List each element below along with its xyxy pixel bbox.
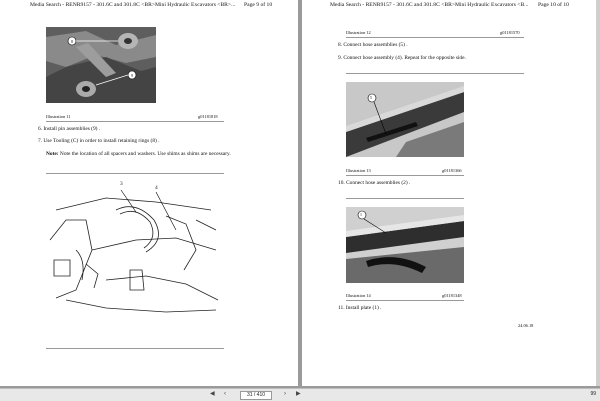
step-10: 10. Connect hose assemblies (2) .: [338, 180, 411, 186]
page-left: Media Search - RENR9157 - 301.6C and 301…: [0, 0, 298, 386]
first-page-icon[interactable]: ◀: [210, 390, 215, 399]
step-9: 9. Connect hose assembly (4). Repeat for…: [338, 55, 466, 61]
note-text: Note the location of all spacers and was…: [58, 151, 231, 157]
line-drawing-image: [49, 189, 219, 313]
page-number: Page 9 of 10: [244, 2, 273, 8]
document-viewport[interactable]: Media Search - RENR9157 - 301.6C and 301…: [0, 0, 600, 388]
illustration-caption: Illustration 11: [46, 114, 71, 119]
divider: [346, 37, 524, 38]
zoom-level[interactable]: 99: [590, 391, 596, 397]
callout-3: 3: [120, 181, 123, 187]
footer-date: 24.06.18: [518, 323, 534, 328]
previous-page-icon[interactable]: ‹: [224, 390, 226, 399]
note-label: Note:: [46, 151, 59, 157]
illustration-id: g01181366: [442, 168, 462, 173]
divider: [346, 300, 464, 301]
illustration-13-photo: [346, 82, 464, 157]
step-7: 7. Use Tooling (C) in order to install r…: [38, 138, 160, 144]
divider: [346, 175, 464, 176]
line-drawing-illustration: [46, 180, 226, 320]
divider: [46, 173, 224, 174]
illustration-id: g01181818: [198, 114, 218, 119]
callout-8: 8: [71, 39, 73, 44]
callout-4: 4: [155, 185, 158, 191]
callout-1: 1: [360, 212, 362, 217]
illustration-caption: Illustration 14: [346, 293, 371, 298]
page-header: Media Search - RENR9157 - 301.6C and 301…: [330, 2, 529, 8]
callout-9: 9: [131, 73, 133, 78]
page-number-input[interactable]: 31 / 410: [240, 391, 272, 400]
illustration-id: g01181348: [442, 293, 462, 298]
illustration-11-photo: [46, 27, 156, 103]
illustration-caption: Illustration 12: [346, 30, 371, 35]
next-page-icon[interactable]: ›: [284, 390, 286, 399]
page-header: Media Search - RENR9157 - 301.6C and 301…: [30, 2, 236, 8]
divider: [46, 121, 224, 122]
vertical-scrollbar[interactable]: [596, 0, 600, 386]
divider: [346, 198, 464, 199]
divider: [46, 348, 224, 349]
last-page-icon[interactable]: ▶: [296, 390, 301, 399]
step-11: 11. Install plate (1) .: [338, 305, 382, 311]
divider: [346, 73, 524, 74]
illustration-14-image: [346, 207, 464, 283]
page-number: Page 10 of 10: [538, 2, 569, 8]
note: Note: Note the location of all spacers a…: [46, 151, 231, 157]
illustration-caption: Illustration 13: [346, 168, 371, 173]
bottom-toolbar: ◀ ‹ 31 / 410 › ▶ 99: [0, 388, 600, 401]
illustration-11-image: [46, 27, 156, 103]
illustration-14-photo: [346, 207, 464, 283]
step-6: 6. Install pin assemblies (9) .: [38, 126, 101, 132]
illustration-13-image: [346, 82, 464, 157]
step-8: 8. Connect hose assemblies (5) .: [338, 42, 408, 48]
callout-5: 5: [370, 95, 372, 100]
page-right: Media Search - RENR9157 - 301.6C and 301…: [302, 0, 600, 386]
illustration-id: g01181570: [500, 30, 520, 35]
